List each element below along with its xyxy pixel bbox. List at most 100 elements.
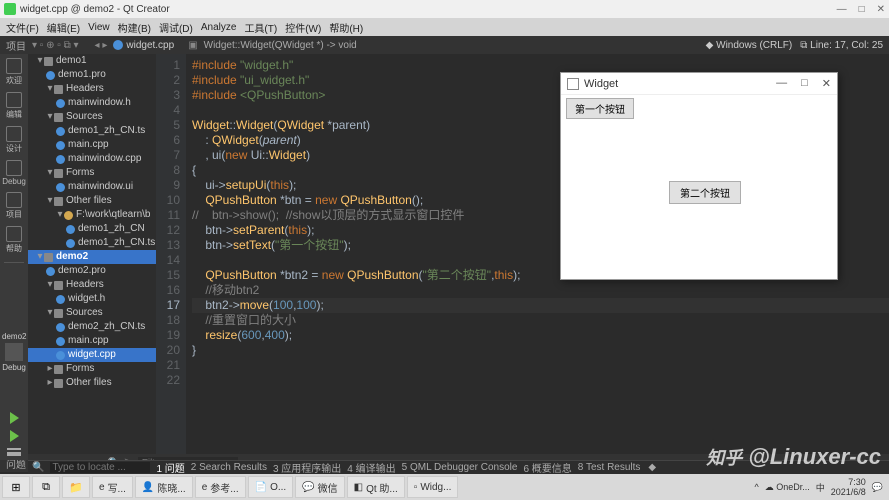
explorer-button[interactable]: 📁 [62, 476, 90, 498]
mode-welcome[interactable]: 欢迎 [6, 58, 22, 86]
tree-other[interactable]: ▾Other files [28, 194, 156, 208]
menu-widgets[interactable]: 控件(W) [283, 20, 323, 35]
tree-sources2[interactable]: ▾Sources [28, 306, 156, 320]
tree-demo1-zh3[interactable]: demo1_zh_CN.ts [28, 236, 156, 250]
tree-demo2-pro[interactable]: demo2.pro [28, 264, 156, 278]
tree-demo1-zh[interactable]: demo1_zh_CN.ts [28, 124, 156, 138]
mode-project[interactable]: 项目 [6, 192, 22, 220]
tree-widget-h[interactable]: widget.h [28, 292, 156, 306]
windows-taskbar: ⊞ ⧉ 📁 e 写... 👤 陈晓... e 参考... 📄 O... 💬 微信… [0, 474, 889, 500]
tree-main-cpp[interactable]: main.cpp [28, 138, 156, 152]
first-button[interactable]: 第一个按钮 [566, 98, 634, 119]
task-widget[interactable]: ▫ Widg... [407, 476, 459, 498]
line-gutter: 12345678910111213141516171819202122 [156, 54, 186, 454]
tab-tests[interactable]: 8 Test Results [578, 462, 641, 473]
tree-mainwindow-h[interactable]: mainwindow.h [28, 96, 156, 110]
encoding-label[interactable]: ◆ Windows (CRLF) [706, 40, 793, 51]
kit-selector[interactable]: demo2 Debug [0, 330, 28, 374]
minimize-icon[interactable]: — [837, 4, 847, 15]
tree-demo2[interactable]: ▾demo2 [28, 250, 156, 264]
tab-summary[interactable]: 6 概要信息 [523, 460, 571, 475]
tab-issues[interactable]: 1 问题 [156, 460, 184, 475]
tree-demo1-pro[interactable]: demo1.pro [28, 68, 156, 82]
start-button[interactable]: ⊞ [2, 476, 30, 498]
tree-main-cpp2[interactable]: main.cpp [28, 334, 156, 348]
locate-input[interactable] [50, 462, 150, 473]
search-icon[interactable]: 🔍 [32, 462, 44, 473]
widget-title: Widget [584, 78, 618, 90]
tree-forms2[interactable]: ▸Forms [28, 362, 156, 376]
file-icon [113, 40, 123, 50]
taskview-button[interactable]: ⧉ [32, 476, 60, 498]
tray-ime[interactable]: 中 [816, 481, 825, 494]
mode-bar: 欢迎 编辑 设计 Debug 项目 帮助 [0, 54, 28, 454]
tray-clock[interactable]: 7:30 2021/6/8 [831, 477, 866, 497]
menu-file[interactable]: 文件(F) [4, 20, 41, 35]
tree-demo1-zh2[interactable]: demo1_zh_CN [28, 222, 156, 236]
second-button[interactable]: 第二个按钮 [669, 181, 741, 204]
task-edge[interactable]: e 写... [92, 476, 133, 498]
run-button[interactable] [10, 412, 19, 424]
tree-fwork[interactable]: ▾F:\work\qtlearn\b [28, 208, 156, 222]
tab-qml[interactable]: 5 QML Debugger Console [402, 462, 518, 473]
tree-forms[interactable]: ▾Forms [28, 166, 156, 180]
open-file-name: widget.cpp [126, 40, 174, 51]
menu-build[interactable]: 构建(B) [116, 20, 153, 35]
kit-config: Debug [2, 363, 26, 372]
task-ref[interactable]: e 参考... [195, 476, 246, 498]
mode-help[interactable]: 帮助 [6, 226, 22, 254]
tray-onedrive[interactable]: ☁ OneDr... [765, 482, 810, 493]
tree-headers[interactable]: ▾Headers [28, 82, 156, 96]
tray-up-icon[interactable]: ^ [754, 482, 758, 492]
menu-help[interactable]: 帮助(H) [327, 20, 365, 35]
task-o[interactable]: 📄 O... [248, 476, 294, 498]
build-button[interactable] [7, 448, 21, 456]
maximize-icon[interactable]: □ [859, 4, 865, 15]
mode-debug[interactable]: Debug [2, 160, 26, 186]
run-debug-button[interactable] [10, 430, 19, 442]
kit-name: demo2 [2, 332, 26, 341]
run-controls [0, 412, 28, 460]
close-icon[interactable]: ✕ [877, 4, 885, 15]
project-label: 项目 [6, 38, 26, 53]
tree-headers2[interactable]: ▾Headers [28, 278, 156, 292]
tree-mainwindow-ui[interactable]: mainwindow.ui [28, 180, 156, 194]
kit-icon [5, 343, 23, 361]
menu-edit[interactable]: 编辑(E) [45, 20, 82, 35]
tree-mainwindow-cpp[interactable]: mainwindow.cpp [28, 152, 156, 166]
qt-icon [4, 3, 16, 15]
tree-widget-cpp[interactable]: widget.cpp [28, 348, 156, 362]
mode-design[interactable]: 设计 [6, 126, 22, 154]
breadcrumb[interactable]: Widget::Widget(QWidget *) -> void [204, 40, 357, 51]
menu-bar: 文件(F) 编辑(E) View 构建(B) 调试(D) Analyze 工具(… [0, 18, 889, 36]
toolbar-icons[interactable]: ▾ ▫ ⊕ ▫ ⧉ ▾ [32, 40, 79, 51]
tree-demo2-zh[interactable]: demo2_zh_CN.ts [28, 320, 156, 334]
task-chen[interactable]: 👤 陈晓... [135, 476, 193, 498]
tab-compile[interactable]: 4 编译输出 [347, 460, 395, 475]
mode-edit[interactable]: 编辑 [6, 92, 22, 120]
menu-debug[interactable]: 调试(D) [157, 20, 195, 35]
tray-notify-icon[interactable]: 💬 [872, 482, 883, 493]
widget-maximize-icon[interactable]: □ [801, 77, 808, 90]
line-col-label[interactable]: ⧉ Line: 17, Col: 25 [800, 40, 883, 51]
task-qthelp[interactable]: ◧ Qt 助... [347, 476, 405, 498]
task-wechat[interactable]: 💬 微信 [295, 476, 344, 498]
menu-tools[interactable]: 工具(T) [242, 20, 279, 35]
open-file-tab[interactable]: widget.cpp [113, 40, 174, 51]
tab-search[interactable]: 2 Search Results [191, 462, 267, 473]
title-bar: widget.cpp @ demo2 - Qt Creator — □ ✕ [0, 0, 889, 18]
project-tree[interactable]: ▾demo1 demo1.pro ▾Headers mainwindow.h ▾… [28, 54, 156, 454]
tree-other2[interactable]: ▸Other files [28, 376, 156, 390]
widget-minimize-icon[interactable]: — [776, 77, 787, 90]
widget-titlebar[interactable]: Widget — □ ✕ [561, 73, 837, 95]
tree-demo1[interactable]: ▾demo1 [28, 54, 156, 68]
widget-close-icon[interactable]: ✕ [822, 77, 831, 90]
toolbar: 项目 ▾ ▫ ⊕ ▫ ⧉ ▾ ◂ ▸ widget.cpp ▣ Widget::… [0, 36, 889, 54]
tree-sources[interactable]: ▾Sources [28, 110, 156, 124]
widget-icon [567, 78, 579, 90]
running-widget-window: Widget — □ ✕ 第一个按钮 第二个按钮 [560, 72, 838, 280]
menu-view[interactable]: View [86, 22, 112, 33]
output-tabs: 🔍 1 问题 2 Search Results 3 应用程序输出 4 编译输出 … [28, 460, 889, 474]
tab-appout[interactable]: 3 应用程序输出 [273, 460, 341, 475]
menu-analyze[interactable]: Analyze [199, 22, 239, 33]
